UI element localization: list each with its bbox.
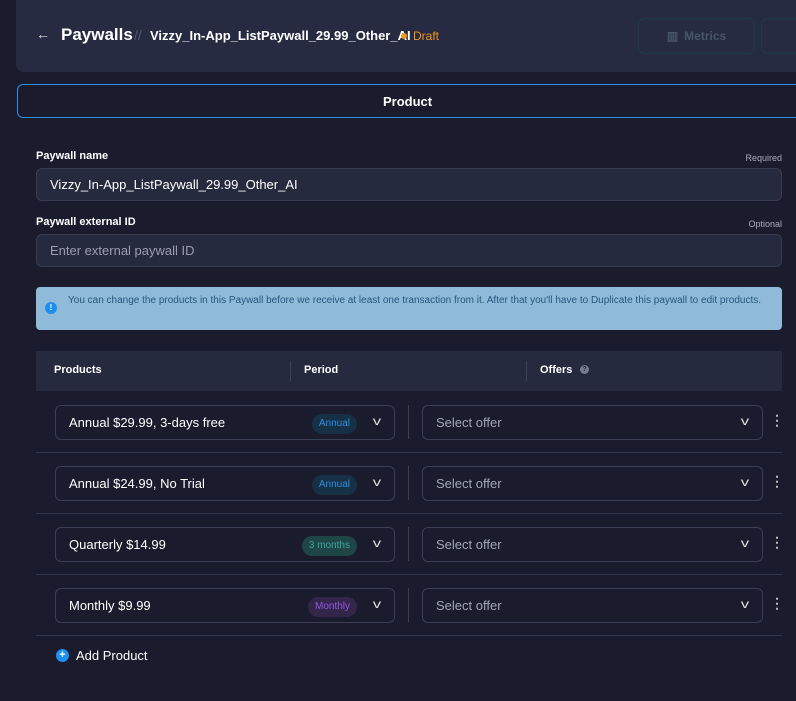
info-icon: ! xyxy=(45,302,57,314)
table-row: Annual $29.99, 3-days free Annual v Select … xyxy=(36,392,784,453)
product-select[interactable]: Monthly $9.99 Monthly v xyxy=(55,588,395,623)
product-select[interactable]: Annual $29.99, 3-days free Annual v xyxy=(55,405,395,440)
more-options-icon[interactable]: ⋮ xyxy=(770,534,784,551)
table-row: Monthly $9.99 Monthly v Select offer v ⋮ xyxy=(36,575,784,636)
more-options-icon[interactable]: ⋮ xyxy=(770,412,784,429)
chevron-down-icon[interactable]: v xyxy=(373,536,381,550)
breadcrumb-paywalls[interactable]: Paywalls xyxy=(61,25,133,45)
header-offers: Offers xyxy=(540,364,573,376)
optional-hint: Optional xyxy=(748,219,782,229)
more-options-icon[interactable]: ⋮ xyxy=(770,473,784,490)
offer-select[interactable]: Select offer v xyxy=(422,588,763,623)
header-period: Period xyxy=(304,364,339,376)
info-banner: ! You can change the products in this Pay… xyxy=(36,287,782,330)
required-hint: Required xyxy=(745,153,782,163)
back-arrow-icon[interactable]: ← xyxy=(36,26,50,42)
table-row: Quarterly $14.99 3 months v Select offer v ⋮ xyxy=(36,514,784,575)
offer-select[interactable]: Select offer v xyxy=(422,466,763,501)
status-dot-icon xyxy=(401,33,407,39)
chevron-down-icon[interactable]: v xyxy=(741,597,749,611)
plus-circle-icon: + xyxy=(56,649,69,662)
metrics-button[interactable]: ▥ Metrics xyxy=(638,18,755,54)
paywall-name-input[interactable]: Vizzy_In-App_ListPaywall_29.99_Other_AI xyxy=(36,168,782,201)
breadcrumb-separator: // xyxy=(134,27,142,43)
period-badge: 3 months xyxy=(301,536,357,556)
offer-select[interactable]: Select offer v xyxy=(422,527,763,562)
products-table-header: Products Period Offers ? xyxy=(36,351,782,391)
external-id-input[interactable]: Enter external paywall ID xyxy=(36,234,782,267)
chevron-down-icon[interactable]: v xyxy=(373,597,381,611)
chevron-down-icon[interactable]: v xyxy=(373,414,381,428)
period-badge: Annual xyxy=(311,414,357,434)
tab-product[interactable]: Product xyxy=(17,84,796,118)
paywall-name-label: Paywall name xyxy=(36,150,109,162)
chevron-down-icon[interactable]: v xyxy=(373,475,381,489)
bar-chart-icon: ▥ xyxy=(666,29,679,43)
table-row: Annual $24.99, No Trial Annual v Select off… xyxy=(36,453,784,514)
help-icon[interactable]: ? xyxy=(580,365,589,374)
status-badge: Draft xyxy=(413,29,440,43)
chevron-down-icon[interactable]: v xyxy=(741,536,749,550)
period-badge: Monthly xyxy=(307,597,357,617)
breadcrumb-paywall-name: Vizzy_In-App_ListPaywall_29.99_Other_AI xyxy=(150,28,411,43)
external-id-label: Paywall external ID xyxy=(36,216,136,228)
period-badge: Annual xyxy=(311,475,357,495)
offer-select[interactable]: Select offer v xyxy=(422,405,763,440)
product-select[interactable]: Quarterly $14.99 3 months v xyxy=(55,527,395,562)
product-select[interactable]: Annual $24.99, No Trial Annual v xyxy=(55,466,395,501)
chevron-down-icon[interactable]: v xyxy=(741,414,749,428)
more-options-icon[interactable]: ⋮ xyxy=(770,595,784,612)
add-product-button[interactable]: + Add Product xyxy=(56,648,148,663)
header-products: Products xyxy=(54,364,102,376)
header-action-button[interactable] xyxy=(761,18,796,54)
chevron-down-icon[interactable]: v xyxy=(741,475,749,489)
